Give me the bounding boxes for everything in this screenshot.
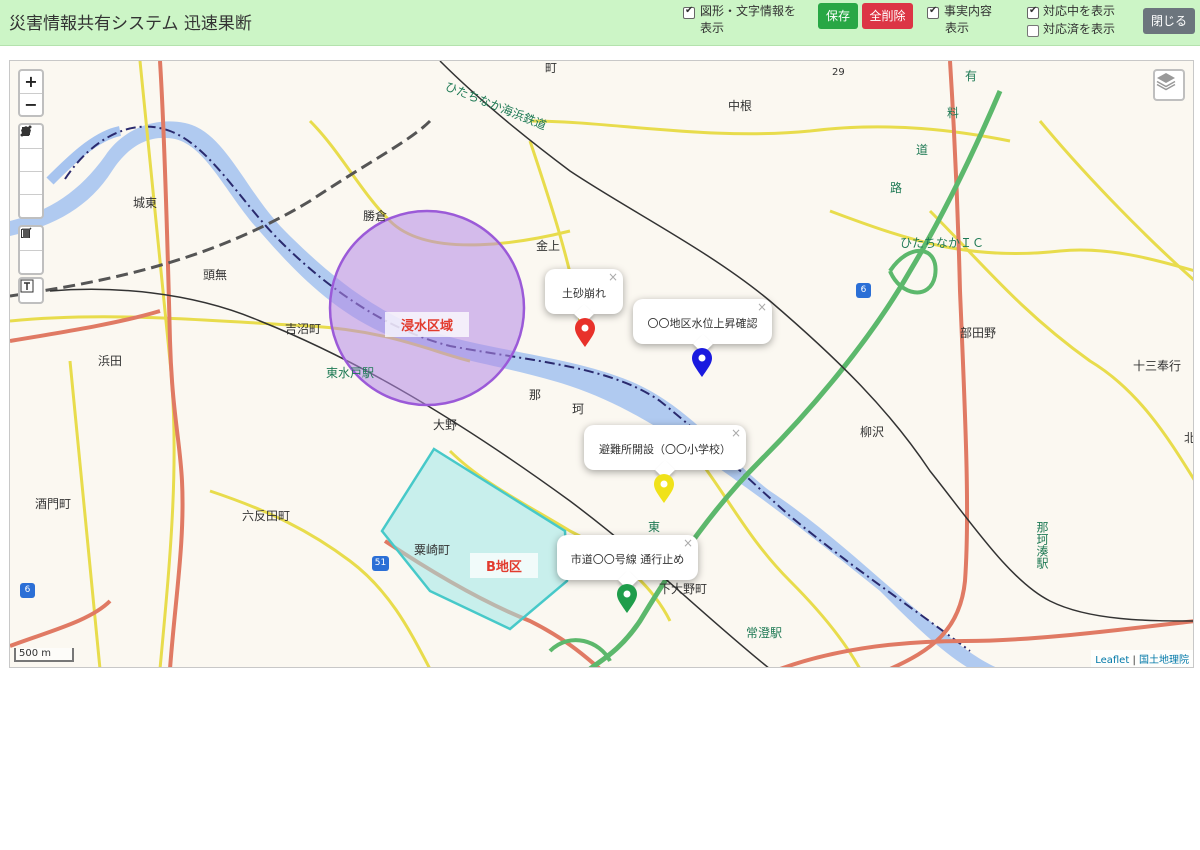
layers-icon [1156,73,1176,91]
place-label: 北 [1184,429,1193,446]
delete-layers-button[interactable] [20,228,42,273]
popup-text: 避難所開設（〇〇小学校） [599,443,731,456]
show-done-checkbox[interactable] [1027,25,1039,37]
route-shield: 51 [372,556,389,571]
place-label: 金上 [536,239,561,253]
map-marker-icon[interactable] [616,584,638,614]
show-active-label: 対応中を表示 [1043,4,1116,18]
popup-water-level[interactable]: × 〇〇地区水位上昇確認 [633,299,772,354]
elevation-label: 29 [832,67,845,78]
popup-road-closed[interactable]: × 市道〇〇号線 通行止め [557,535,698,590]
map-attribution: Leaflet | 国土地理院 [1091,650,1193,667]
map-marker-icon[interactable] [574,318,596,348]
map-view[interactable]: 城東 勝倉 金上 中根 ひたちなかＩＣ ひたちなか海浜鉄道 部田野 十三奉行 頭… [9,60,1194,668]
zoom-control: + − [18,69,44,117]
place-label: ひたちなかＩＣ [900,236,985,250]
app-title: 災害情報共有システム 迅速果断 [9,14,252,34]
place-label: 珂 [572,402,585,416]
place-label: 柳沢 [860,425,885,439]
popup-text: 土砂崩れ [562,287,606,300]
edit-toolbar [18,225,44,275]
route-shield: 6 [20,583,35,598]
show-shapes-label: 図形・文字情報を 表示 [700,4,797,35]
place-label: 東 [648,520,661,534]
show-facts-checkbox[interactable] [927,5,939,19]
clear-all-button[interactable]: 全削除 [862,3,913,29]
add-text-button[interactable] [20,279,42,302]
zoom-in-button[interactable]: + [20,71,42,93]
draw-circle-button[interactable] [20,126,42,217]
zoom-out-button[interactable]: − [20,93,42,115]
place-label: 常澄駅 [746,626,783,640]
scale-bar: 500 m [14,648,74,662]
leaflet-link[interactable]: Leaflet [1095,655,1129,666]
place-label: 料 [947,106,960,120]
place-label: 城東 [133,196,158,210]
close-button[interactable]: 閉じる [1143,8,1195,34]
trash-icon [22,228,30,238]
draw-toolbar [18,123,44,219]
place-label: 下大野町 [659,582,708,596]
place-label: 那 [529,388,542,402]
draw-polygon-button[interactable] [20,126,42,171]
show-facts-label: 事実内容 表示 [944,4,993,35]
popup-shelter[interactable]: × 避難所開設（〇〇小学校） [584,425,746,480]
district-b-label[interactable]: B地区 [470,553,538,578]
place-label: 東水戸駅 [326,366,375,380]
text-toolbar [18,277,44,304]
save-button[interactable]: 保存 [818,3,858,29]
show-done-label: 対応済を表示 [1043,22,1116,36]
popup-text: 〇〇地区水位上昇確認 [647,317,758,330]
text-icon [20,279,34,293]
place-label: 六反田町 [242,509,291,523]
show-shapes-checkbox[interactable] [683,5,695,19]
route-shield: 6 [856,283,871,298]
place-label: 町 [545,61,558,75]
place-label: 浜田 [98,354,123,368]
circle-icon [21,126,31,136]
place-label: 粟崎町 [414,543,451,557]
place-label: 頭無 [203,268,228,282]
place-label: 那珂湊駅 [1035,521,1049,569]
place-label: 有 [965,69,978,83]
draw-rectangle-button[interactable] [20,127,42,194]
place-label: 道 [916,143,929,157]
place-label: 十三奉行 [1133,359,1182,373]
place-label: 路 [890,181,903,195]
place-label: 中根 [728,99,753,113]
map-marker-icon[interactable] [653,474,675,504]
map-marker-icon[interactable] [691,348,713,378]
popup-landslide[interactable]: × 土砂崩れ [545,269,623,324]
app-header: 災害情報共有システム 迅速果断 図形・文字情報を 表示 保存 全削除 事実内容 … [0,0,1200,46]
flood-zone-label[interactable]: 浸水区域 [385,312,470,337]
place-label: 勝倉 [363,209,388,223]
layers-button[interactable] [1153,69,1185,101]
attribution-separator: | [1129,655,1139,666]
gsi-link[interactable]: 国土地理院 [1139,655,1189,666]
place-label: 部田野 [960,326,997,340]
show-active-checkbox[interactable] [1027,5,1039,19]
popup-text: 市道〇〇号線 通行止め [570,553,685,566]
place-label: 吉沼町 [285,322,322,336]
place-label: 大野 [433,418,458,432]
place-label: 酒門町 [35,497,72,511]
